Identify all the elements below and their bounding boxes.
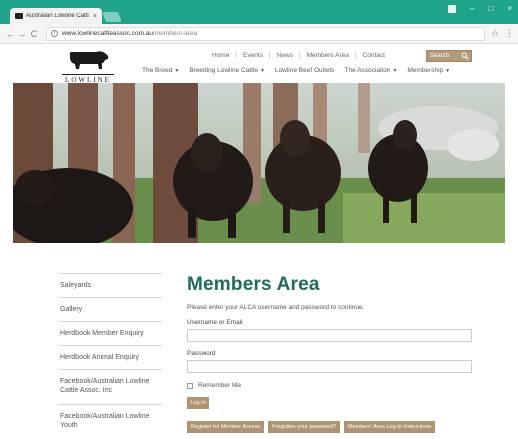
maximize-button[interactable]: □: [488, 4, 493, 13]
chevron-down-icon: ▼: [259, 68, 265, 74]
main-nav-membership[interactable]: Membership ▼: [407, 67, 450, 74]
sidebar: Saleyards Gallery Herdbook Member Enquir…: [58, 273, 162, 439]
browser-tab[interactable]: Australian Lowline Cattl ×: [10, 8, 102, 24]
remember-me[interactable]: Remember Me: [187, 382, 487, 389]
back-button[interactable]: ←: [4, 29, 16, 39]
top-nav-home[interactable]: Home: [212, 52, 229, 59]
favicon-icon: [15, 13, 23, 19]
main-nav-beef-outlets[interactable]: Lowline Beef Outlets: [275, 67, 335, 74]
search-icon[interactable]: [461, 52, 469, 60]
site-logo[interactable]: LOWLINE: [58, 46, 118, 84]
username-input[interactable]: [187, 329, 472, 342]
password-input[interactable]: [187, 360, 472, 373]
login-button[interactable]: Log In: [187, 397, 209, 409]
cattle-photo: [13, 83, 505, 243]
chevron-down-icon: ▼: [392, 68, 398, 74]
browser-tab-bar: Australian Lowline Cattl × – □ ×: [0, 0, 518, 24]
forgot-password-button[interactable]: Forgotten your password?: [268, 421, 340, 433]
intro-text: Please enter your ALCA username and pass…: [187, 304, 365, 311]
bull-logo-icon: [69, 51, 109, 69]
close-window-button[interactable]: ×: [507, 4, 512, 13]
main-nav-the-breed[interactable]: The Breed ▼: [142, 67, 179, 74]
url-host: www.lowlinecattleassoc.com.au: [62, 30, 154, 37]
info-icon[interactable]: i: [51, 30, 58, 37]
url-input[interactable]: i www.lowlinecattleassoc.com.au /members…: [46, 26, 485, 41]
member-links: Register for Member Access Forgotten you…: [187, 421, 487, 433]
search-placeholder: Search: [430, 53, 450, 59]
tab-title: Australian Lowline Cattl: [26, 13, 89, 19]
top-nav-members-area[interactable]: Members Area: [307, 52, 349, 59]
window-controls: – □ ×: [448, 4, 512, 13]
top-nav-contact[interactable]: Contact: [363, 52, 385, 59]
main-nav: The Breed ▼ Breeding Lowline Cattle ▼ Lowl…: [142, 67, 450, 74]
search-input[interactable]: Search: [426, 50, 472, 62]
username-label: Username or Email: [187, 319, 243, 326]
tab-close-icon[interactable]: ×: [93, 13, 97, 20]
top-nav: Home | Events | News | Members Area | Co…: [212, 52, 385, 59]
main-nav-breeding[interactable]: Breeding Lowline Cattle ▼: [189, 67, 265, 74]
browser-menu-icon[interactable]: ⋮: [505, 28, 514, 39]
remember-me-label: Remember Me: [198, 382, 241, 389]
remember-me-checkbox[interactable]: [187, 382, 193, 389]
main-nav-association[interactable]: The Association ▼: [345, 67, 398, 74]
password-label: Password: [187, 350, 216, 357]
sidebar-item-herdbook-member[interactable]: Herdbook Member Enquiry: [58, 321, 162, 345]
address-bar: ← → C i www.lowlinecattleassoc.com.au /m…: [0, 24, 518, 44]
page-title: Members Area: [187, 274, 320, 295]
reload-button[interactable]: C: [28, 29, 40, 39]
sidebar-item-herdbook-animal[interactable]: Herdbook Animal Enquiry: [58, 345, 162, 369]
minimize-button[interactable]: –: [470, 4, 474, 13]
sidebar-item-facebook-youth[interactable]: Facebook/Australian Lowline Youth: [58, 404, 162, 439]
forward-button[interactable]: →: [16, 29, 28, 39]
sidebar-item-facebook-assoc[interactable]: Facebook/Australian Lowline Cattle Assoc…: [58, 369, 162, 404]
sidebar-item-gallery[interactable]: Gallery: [58, 297, 162, 321]
bookmark-star-icon[interactable]: ☆: [491, 28, 499, 39]
login-instructions-button[interactable]: Members' Area Log-in Instructions: [343, 421, 436, 433]
main-content: Members Area Please enter your ALCA user…: [187, 274, 487, 433]
top-nav-news[interactable]: News: [277, 52, 293, 59]
chevron-down-icon: ▼: [445, 68, 451, 74]
sidebar-item-saleyards[interactable]: Saleyards: [58, 273, 162, 297]
chevron-down-icon: ▼: [174, 68, 180, 74]
profile-icon[interactable]: [448, 4, 457, 13]
top-nav-events[interactable]: Events: [243, 52, 263, 59]
new-tab-button[interactable]: [102, 12, 122, 22]
hero-image: [13, 83, 505, 243]
url-path: /members-area: [153, 30, 198, 37]
register-button[interactable]: Register for Member Access: [187, 421, 265, 433]
